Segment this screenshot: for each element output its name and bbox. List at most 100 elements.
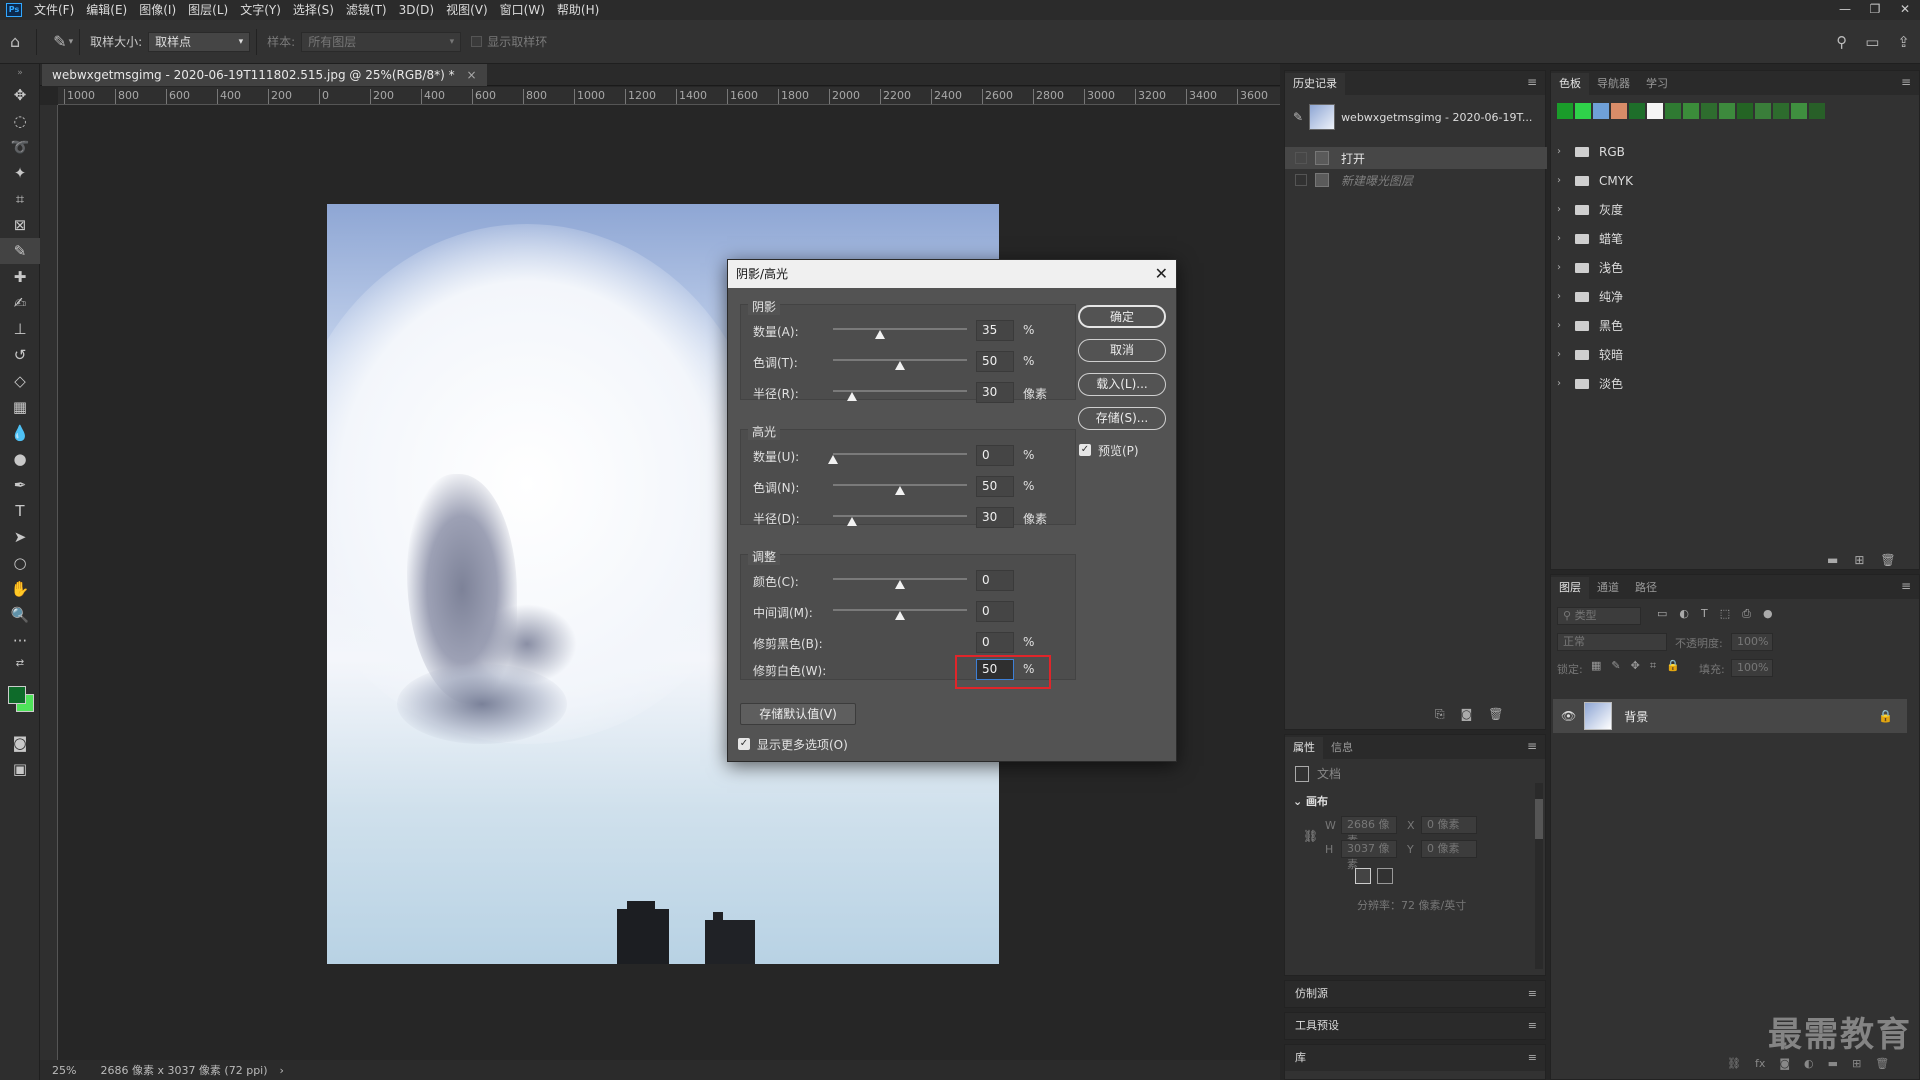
more-tools-icon[interactable]: ··· bbox=[0, 628, 40, 654]
tab-swatches[interactable]: 色板 bbox=[1551, 73, 1589, 95]
tab-history[interactable]: 历史记录 bbox=[1285, 73, 1345, 95]
stamp-tool-icon[interactable]: ⊥ bbox=[0, 316, 40, 342]
tool-presets-header[interactable]: 工具预设 ≡ bbox=[1285, 1013, 1545, 1039]
color-swatch[interactable] bbox=[1791, 103, 1807, 119]
trash-icon[interactable]: 🗑 bbox=[1488, 707, 1503, 722]
color-swatch[interactable] bbox=[1701, 103, 1717, 119]
dodge-tool-icon[interactable]: ● bbox=[0, 446, 40, 472]
shadow-tone-input[interactable]: 50 bbox=[976, 351, 1014, 372]
menu-select[interactable]: 选择(S) bbox=[287, 0, 340, 20]
clone-source-header[interactable]: 仿制源 ≡ bbox=[1285, 981, 1545, 1007]
layer-style-icon[interactable]: fx bbox=[1755, 1057, 1765, 1070]
marquee-tool-icon[interactable]: ◌ bbox=[0, 108, 40, 134]
hand-tool-icon[interactable]: ✋ bbox=[0, 576, 40, 602]
show-ring-checkbox[interactable] bbox=[471, 36, 483, 47]
brush-tool-icon[interactable]: ✍ bbox=[0, 290, 40, 316]
highlight-tone-input[interactable]: 50 bbox=[976, 476, 1014, 497]
tab-info[interactable]: 信息 bbox=[1323, 737, 1361, 759]
gradient-tool-icon[interactable]: ▦ bbox=[0, 394, 40, 420]
color-swatch[interactable] bbox=[1575, 103, 1591, 119]
width-field[interactable]: 2686 像素 bbox=[1341, 816, 1397, 847]
eyedropper-tool-icon[interactable]: ✎ bbox=[53, 32, 66, 51]
shape-filter-icon[interactable]: ⬚ bbox=[1720, 607, 1730, 621]
portrait-icon[interactable] bbox=[1355, 868, 1371, 884]
clone-source-panel[interactable]: 仿制源 ≡ bbox=[1284, 980, 1546, 1008]
ellipse-tool-icon[interactable]: ○ bbox=[0, 550, 40, 576]
slider-thumb[interactable] bbox=[846, 517, 857, 526]
preview-checkbox[interactable]: ✓ bbox=[1079, 444, 1091, 456]
highlight-radius-input[interactable]: 30 bbox=[976, 507, 1014, 528]
slider-thumb[interactable] bbox=[895, 580, 905, 589]
menu-icon[interactable]: ≡ bbox=[1901, 75, 1911, 89]
restore-icon[interactable]: ❐ bbox=[1860, 0, 1890, 20]
layer-row-background[interactable]: 👁 背景 🔒 bbox=[1553, 699, 1907, 733]
lock-artboard-icon[interactable]: ⌗ bbox=[1650, 659, 1656, 673]
menu-help[interactable]: 帮助(H) bbox=[551, 0, 605, 20]
eraser-tool-icon[interactable]: ◇ bbox=[0, 368, 40, 394]
shadow-amount-input[interactable]: 35 bbox=[976, 320, 1014, 341]
color-swatch[interactable] bbox=[1773, 103, 1789, 119]
library-header[interactable]: 库 ≡ bbox=[1285, 1045, 1545, 1071]
slider-thumb[interactable] bbox=[895, 611, 905, 620]
lock-all-icon[interactable]: 🔒 bbox=[1666, 659, 1680, 673]
minimize-icon[interactable]: — bbox=[1830, 0, 1860, 20]
menu-type[interactable]: 文字(Y) bbox=[234, 0, 287, 20]
move-tool-icon[interactable]: ✥ bbox=[0, 82, 40, 108]
swatch-group[interactable]: › 较暗 bbox=[1551, 340, 1920, 369]
collapse-icon[interactable]: » bbox=[0, 64, 40, 82]
fill-input[interactable]: 100% bbox=[1731, 659, 1773, 677]
swatch-group[interactable]: › 浅色 bbox=[1551, 253, 1920, 282]
slider-thumb[interactable] bbox=[895, 361, 905, 370]
color-input[interactable]: 0 bbox=[976, 570, 1014, 591]
show-more-checkbox[interactable]: ✓ bbox=[738, 738, 750, 750]
home-icon[interactable]: ⌂ bbox=[10, 32, 20, 51]
foreground-color-swatch[interactable] bbox=[8, 686, 26, 704]
history-source-box[interactable] bbox=[1295, 152, 1307, 164]
chevron-right-icon[interactable]: › bbox=[280, 1064, 284, 1077]
swatch-group[interactable]: › 蜡笔 bbox=[1551, 224, 1920, 253]
library-panel[interactable]: 库 ≡ bbox=[1284, 1044, 1546, 1080]
blur-tool-icon[interactable]: 💧 bbox=[0, 420, 40, 446]
share-icon[interactable]: ⇪ bbox=[1897, 33, 1910, 51]
menu-layer[interactable]: 图层(L) bbox=[182, 0, 234, 20]
close-icon[interactable]: ✕ bbox=[1155, 260, 1168, 288]
chevron-right-icon[interactable]: › bbox=[1557, 291, 1569, 302]
color-swatch[interactable] bbox=[1557, 103, 1573, 119]
menu-filter[interactable]: 滤镜(T) bbox=[340, 0, 393, 20]
color-swatch[interactable] bbox=[1611, 103, 1627, 119]
landscape-icon[interactable] bbox=[1377, 868, 1393, 884]
swatch-group[interactable]: › CMYK bbox=[1551, 166, 1920, 195]
search-icon[interactable]: ⚲ bbox=[1836, 33, 1847, 51]
swap-colors-icon[interactable]: ⇄ bbox=[0, 654, 40, 672]
close-window-icon[interactable]: ✕ bbox=[1890, 0, 1920, 20]
pen-tool-icon[interactable]: ✒ bbox=[0, 472, 40, 498]
scrollbar[interactable] bbox=[1535, 783, 1543, 969]
new-document-icon[interactable]: ⎘ bbox=[1435, 707, 1445, 722]
slider-track[interactable] bbox=[833, 328, 967, 330]
lock-transparent-icon[interactable]: ▦ bbox=[1591, 659, 1601, 673]
chevron-right-icon[interactable]: › bbox=[1557, 320, 1569, 331]
color-swatch[interactable] bbox=[1719, 103, 1735, 119]
close-tab-icon[interactable]: × bbox=[466, 68, 476, 82]
new-swatch-icon[interactable]: ⊞ bbox=[1854, 553, 1864, 567]
tab-learn[interactable]: 学习 bbox=[1638, 73, 1676, 95]
swatch-group[interactable]: › 灰度 bbox=[1551, 195, 1920, 224]
swatch-group[interactable]: › 纯净 bbox=[1551, 282, 1920, 311]
path-select-icon[interactable]: ➤ bbox=[0, 524, 40, 550]
zoom-tool-icon[interactable]: 🔍 bbox=[0, 602, 40, 628]
document-tab[interactable]: webwxgetmsgimg - 2020-06-19T111802.515.j… bbox=[42, 64, 487, 86]
filter-toggle-icon[interactable]: ● bbox=[1763, 607, 1773, 621]
adjustment-filter-icon[interactable]: ◐ bbox=[1679, 607, 1689, 621]
screen-mode-icon[interactable]: ▣ bbox=[0, 756, 40, 782]
brush-source-icon[interactable]: ✎ bbox=[1293, 110, 1303, 124]
chevron-right-icon[interactable]: › bbox=[1557, 146, 1569, 157]
type-filter-icon[interactable]: T bbox=[1701, 607, 1708, 621]
chevron-right-icon[interactable]: › bbox=[1557, 378, 1569, 389]
color-swatch[interactable] bbox=[1737, 103, 1753, 119]
layer-mask-icon[interactable]: ◙ bbox=[1779, 1057, 1790, 1070]
highlight-amount-input[interactable]: 0 bbox=[976, 445, 1014, 466]
trash-icon[interactable]: 🗑 bbox=[1880, 553, 1895, 567]
color-swatch[interactable] bbox=[1809, 103, 1825, 119]
history-item[interactable]: 新建曝光图层 bbox=[1285, 169, 1547, 191]
slider-thumb[interactable] bbox=[874, 330, 885, 339]
